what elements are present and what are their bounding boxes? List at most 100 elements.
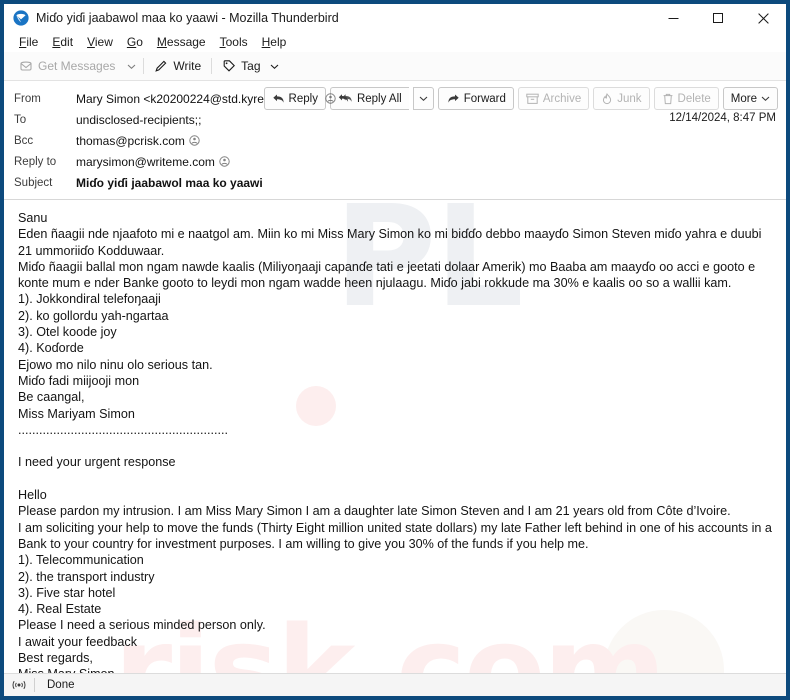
reply-all-button[interactable]: Reply All: [329, 87, 409, 110]
forward-icon: [446, 93, 460, 104]
download-mail-icon: [19, 59, 33, 73]
bcc-label: Bcc: [14, 134, 34, 147]
forward-button[interactable]: Forward: [437, 87, 514, 110]
minimize-icon[interactable]: [651, 4, 696, 32]
message-line: Miss Mariyam Simon: [18, 406, 135, 421]
tag-button[interactable]: Tag: [215, 55, 290, 77]
message-line: Miɗo ñaagii ballal mon ngam nawde kaalis…: [18, 259, 759, 291]
message-line: 1). Telecommunication: [18, 553, 144, 568]
junk-flame-icon: [601, 92, 613, 105]
message-line: 4). Real Estate: [18, 602, 102, 617]
menubar: File Edit View Go Message Tools Help: [4, 33, 786, 52]
message-line: I need your urgent response: [18, 455, 176, 470]
pencil-icon: [154, 59, 168, 73]
message-line: ........................................…: [18, 422, 228, 437]
delete-button: Delete: [653, 87, 719, 110]
message-line: Ejowo mo nilo ninu olo serious tan.: [18, 357, 213, 372]
reply-all-chevron-down-icon[interactable]: [412, 87, 434, 110]
menu-help[interactable]: Help: [255, 33, 294, 52]
message-line: 3). Otel koode joy: [18, 325, 117, 340]
message-line: Be caangal,: [18, 390, 85, 405]
contact-badge-icon[interactable]: [219, 156, 230, 167]
close-icon[interactable]: [741, 4, 786, 32]
online-status-icon[interactable]: [4, 679, 34, 691]
to-value: undisclosed-recipients;;: [76, 112, 202, 127]
subject-value: Miɗo yiɗi jaabawol maa ko yaawi: [76, 175, 263, 190]
message-action-buttons: Reply Reply All Forward Archive Junk Del…: [263, 87, 778, 110]
reply-button[interactable]: Reply: [263, 87, 326, 110]
archive-box-icon: [526, 93, 539, 105]
get-messages-button[interactable]: Get Messages: [12, 55, 122, 77]
tag-label: Tag: [241, 59, 261, 73]
reply-label: Reply: [288, 92, 318, 105]
write-label: Write: [173, 59, 202, 73]
menu-message[interactable]: Message: [150, 33, 213, 52]
reply-all-label: Reply All: [356, 92, 402, 105]
message-line: Hello: [18, 488, 47, 503]
toolbar-divider: [143, 58, 145, 74]
menu-go[interactable]: Go: [120, 33, 150, 52]
to-label: To: [14, 113, 27, 126]
reply-to-label: Reply to: [14, 155, 57, 168]
archive-button: Archive: [517, 87, 590, 110]
message-text: Sanu Eden ñaagii nde njaafoto mi e naatgo…: [18, 210, 772, 673]
message-line: Miɗo fadi miijooji mon: [18, 373, 140, 388]
message-line: I am soliciting your help to move the fu…: [18, 520, 776, 551]
header-row-reply-to: Reply to marysimon@writeme.com: [4, 151, 786, 172]
archive-label: Archive: [542, 92, 582, 105]
forward-label: Forward: [463, 92, 506, 105]
message-line: 1). Jokkondiral telefoŋaaji: [18, 292, 161, 307]
thunderbird-window: Miɗo yiɗi jaabawol maa ko yaawi - Mozill…: [3, 3, 787, 697]
trash-icon: [662, 93, 674, 105]
more-label: More: [730, 92, 757, 105]
toolbar-divider-2: [211, 58, 213, 74]
titlebar: Miɗo yiɗi jaabawol maa ko yaawi - Mozill…: [4, 4, 786, 33]
tag-icon: [222, 59, 236, 73]
thunderbird-icon: [13, 10, 29, 26]
message-line: Eden ñaagii nde njaafoto mi e naatgol am…: [18, 227, 765, 258]
more-chevron-down-icon: [761, 94, 770, 103]
message-line: Miss Mary Simon: [18, 666, 772, 673]
message-header: Reply Reply All Forward Archive Junk Del…: [4, 81, 786, 200]
message-line: [18, 471, 772, 487]
menu-tools[interactable]: Tools: [213, 33, 255, 52]
reply-to-value-group[interactable]: marysimon@writeme.com: [76, 155, 230, 169]
contact-badge-icon[interactable]: [189, 135, 200, 146]
reply-to-value: marysimon@writeme.com: [76, 154, 215, 169]
message-date: 12/14/2024, 8:47 PM: [669, 112, 776, 124]
to-value-group[interactable]: undisclosed-recipients;;: [76, 113, 201, 127]
statusbar-text: Done: [47, 679, 75, 691]
message-line: [18, 438, 772, 454]
more-button[interactable]: More: [722, 87, 778, 110]
maximize-icon[interactable]: [696, 4, 741, 32]
get-messages-label: Get Messages: [38, 59, 116, 73]
reply-icon: [272, 93, 285, 104]
from-label: From: [14, 92, 41, 105]
menu-view[interactable]: View: [80, 33, 120, 52]
menu-edit[interactable]: Edit: [45, 33, 80, 52]
get-messages-chevron-down-icon[interactable]: [122, 55, 140, 77]
message-line: 2). the transport industry: [18, 569, 155, 584]
message-line: Please pardon my intrusion. I am Miss Ma…: [18, 504, 731, 519]
bcc-value: thomas@pcrisk.com: [76, 133, 185, 148]
message-line: 3). Five star hotel: [18, 585, 116, 600]
contact-badge-icon[interactable]: [325, 93, 336, 104]
window-controls: [651, 4, 786, 32]
tag-chevron-down-icon[interactable]: [266, 55, 284, 77]
message-body-pane: PL risk.com Sanu Eden ñaagii nde njaafoto…: [4, 200, 786, 673]
message-line: Sanu: [18, 211, 48, 225]
reply-all-icon: [338, 93, 353, 104]
junk-button: Junk: [593, 87, 650, 110]
subject-label: Subject: [14, 176, 53, 189]
message-line: 2). ko gollordu yah-ngartaa: [18, 308, 169, 323]
main-toolbar: Get Messages Write Tag: [4, 52, 786, 81]
header-row-subject: Subject Miɗo yiɗi jaabawol maa ko yaawi: [4, 172, 786, 193]
menu-file[interactable]: File: [12, 33, 45, 52]
message-line: Please I need a serious minded person on…: [18, 618, 266, 633]
write-button[interactable]: Write: [147, 55, 208, 77]
message-line: Best regards,: [18, 651, 93, 666]
window-title: Miɗo yiɗi jaabawol maa ko yaawi - Mozill…: [36, 11, 339, 25]
delete-label: Delete: [677, 92, 711, 105]
junk-label: Junk: [617, 92, 642, 105]
bcc-value-group[interactable]: thomas@pcrisk.com: [76, 134, 200, 148]
